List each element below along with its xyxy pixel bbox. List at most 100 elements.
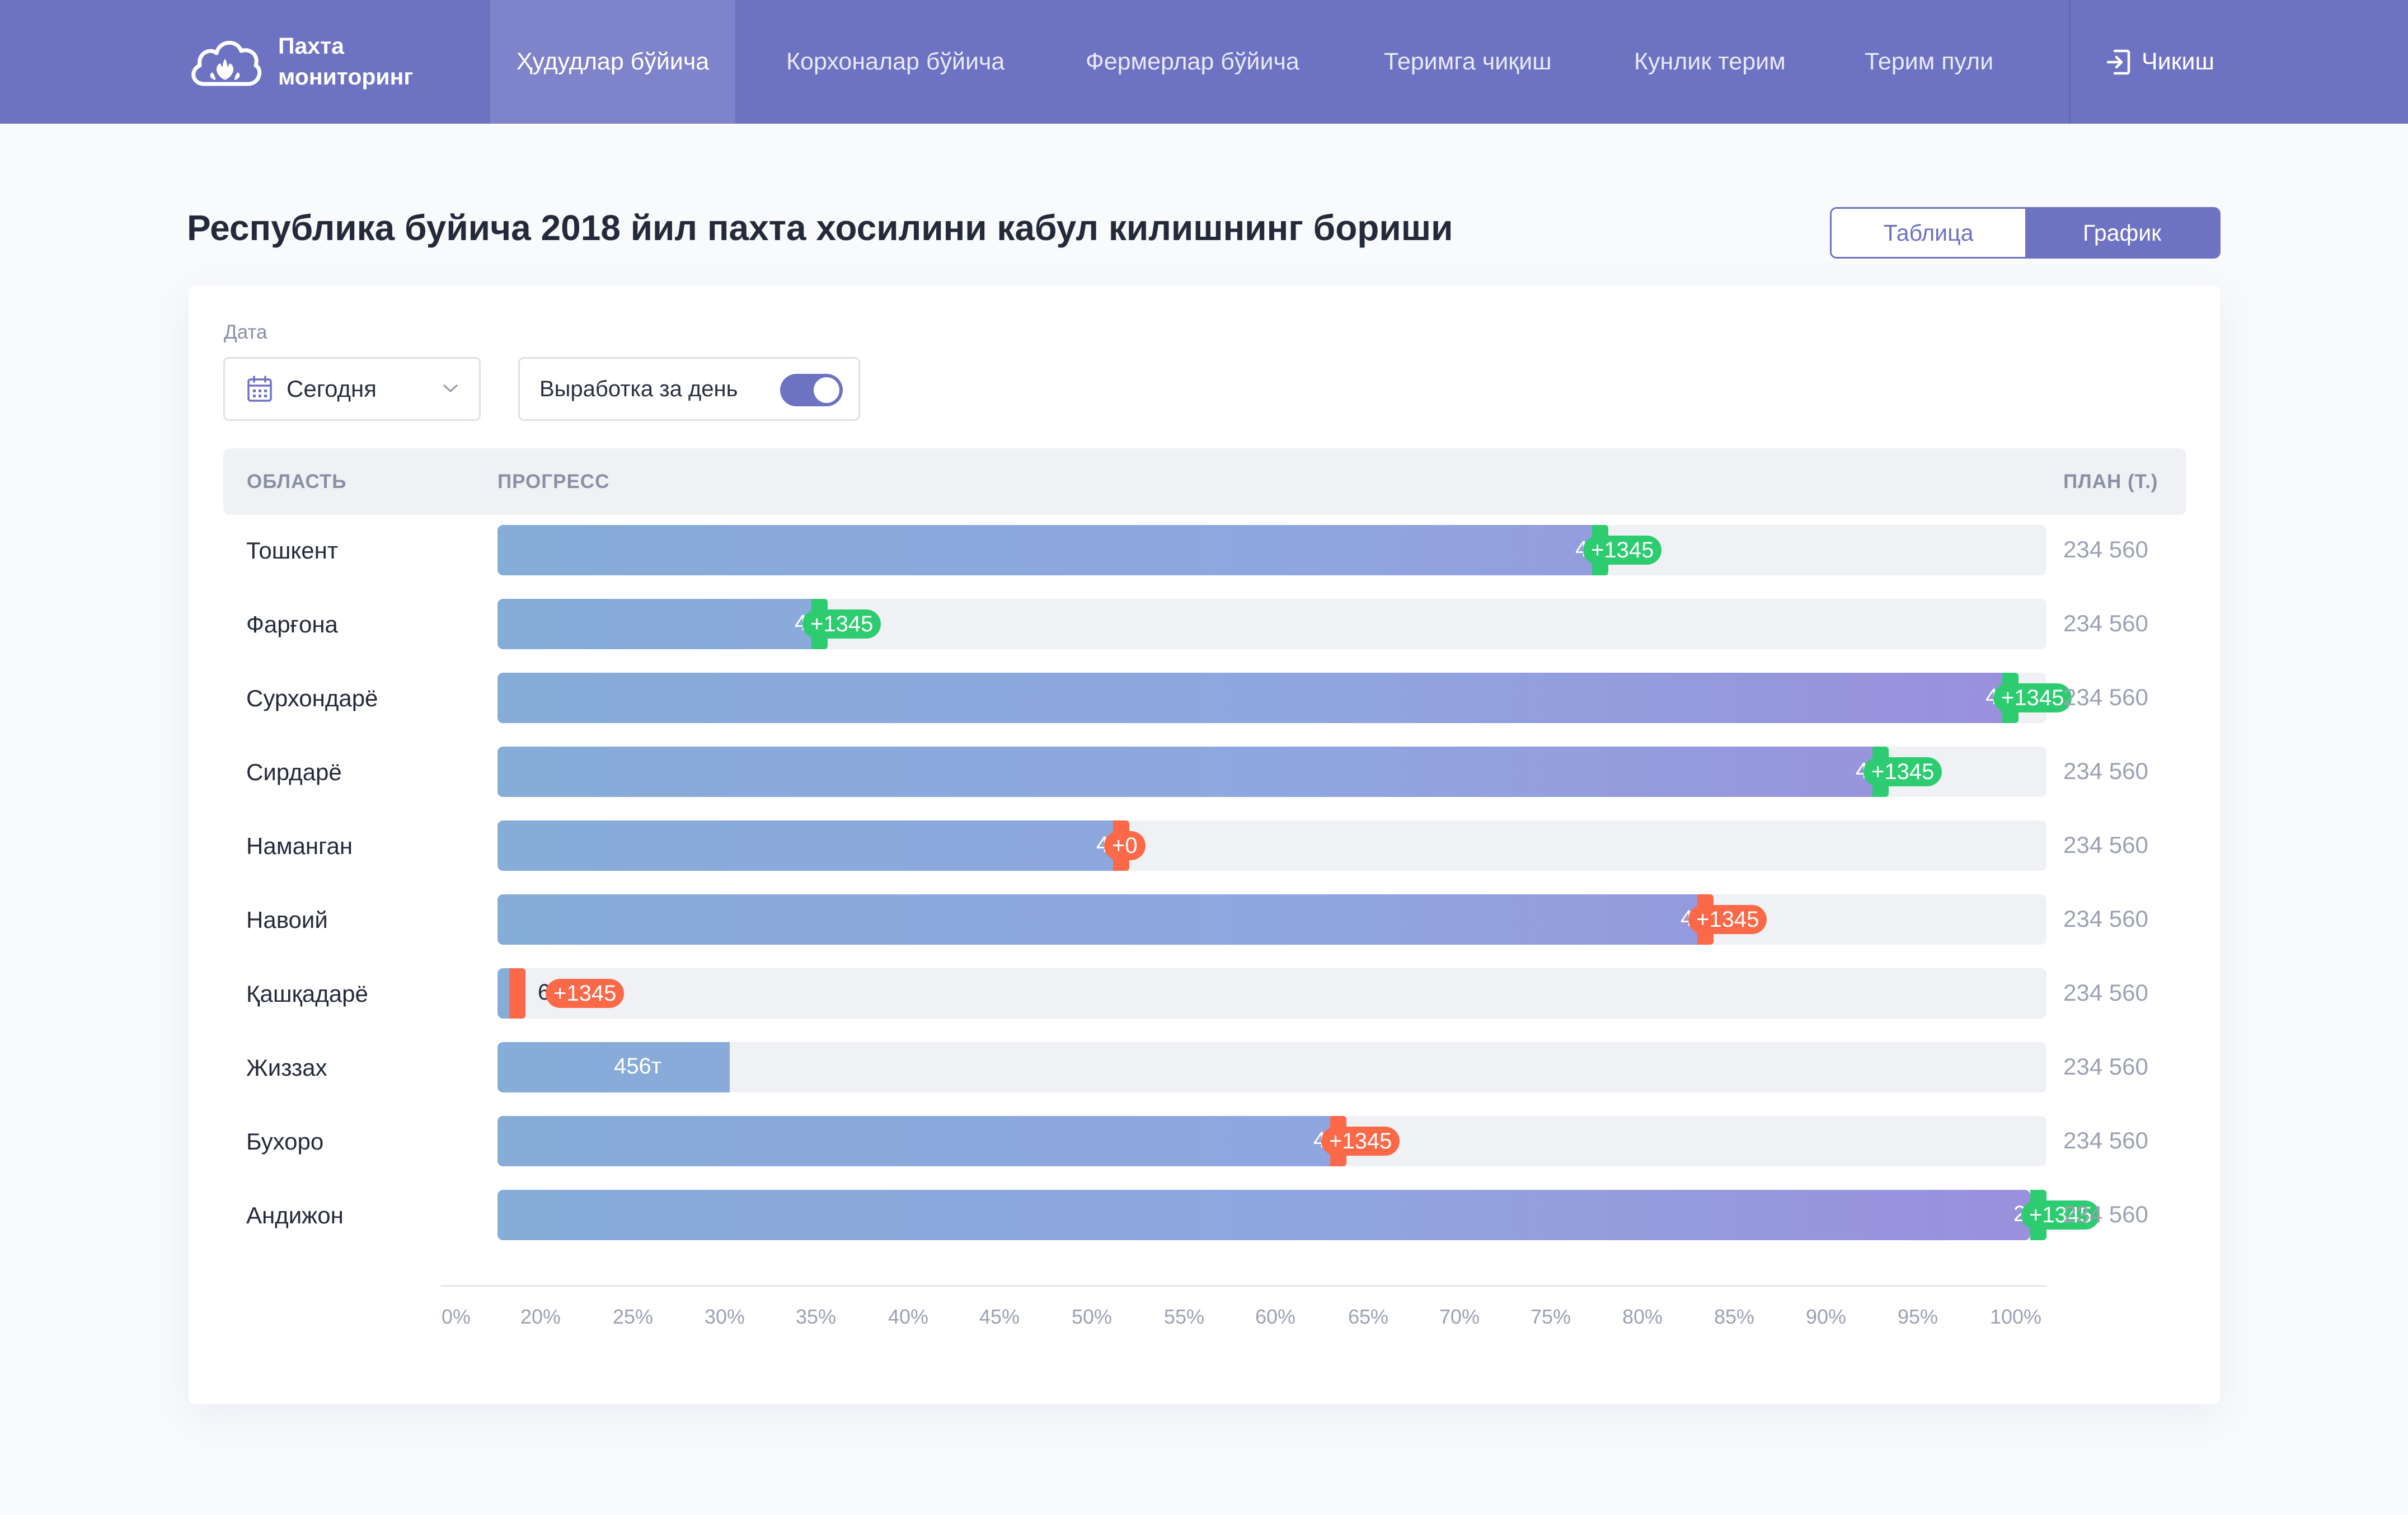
daily-output-toggle-box: Выработка за день: [518, 357, 860, 421]
app-logo[interactable]: Пахта мониторинг: [187, 31, 413, 92]
plan-value: 234 560: [2063, 610, 2148, 636]
progress-track: 234 560+1345: [497, 1190, 2100, 1240]
delta-badge: +1345: [1993, 683, 2072, 712]
progress-track: 456т+0: [497, 820, 2046, 871]
switch-knob: [814, 377, 839, 403]
date-select[interactable]: Сегодня: [223, 357, 481, 421]
chevron-down-icon: [443, 384, 458, 392]
table-view-button[interactable]: Таблица: [1832, 209, 2025, 257]
progress-bar: [497, 747, 1872, 797]
nav-daily-harvest-label: Кунлик терим: [1634, 48, 1786, 75]
x-tick-label: 90%: [1805, 1305, 1847, 1328]
x-tick-label: 80%: [1622, 1305, 1663, 1328]
calendar-icon: [247, 376, 272, 402]
plan-value: 234 560: [2063, 1127, 2148, 1153]
nav-farmers[interactable]: Фермерлар бўйича: [1086, 0, 1299, 124]
progress-track: 456т+1345: [497, 525, 2046, 575]
nav-enterprises-label: Корхоналар бўйича: [786, 48, 1005, 75]
nav-enterprises[interactable]: Корхоналар бўйича: [786, 0, 1004, 124]
plan-value: 234 560: [2063, 758, 2148, 784]
delta-badge: +0: [1104, 831, 1146, 860]
logout-button[interactable]: Чикиш: [2106, 0, 2214, 124]
logout-label: Чикиш: [2142, 48, 2215, 75]
region-label: Фарғона: [246, 611, 338, 637]
cotton-cloud-icon: [191, 40, 262, 86]
nav-daily-harvest[interactable]: Кунлик терим: [1634, 0, 1786, 124]
region-label: Жиззах: [246, 1054, 327, 1081]
progress-bar: [497, 820, 1113, 871]
delta-badge: +1345: [1688, 905, 1767, 934]
nav-harvest-start[interactable]: Теримга чиқиш: [1384, 0, 1552, 124]
nav-harvest-pay-label: Терим пули: [1865, 48, 1994, 75]
x-tick-label: 50%: [1071, 1305, 1113, 1328]
nav-farmers-label: Фермерлар бўйича: [1086, 48, 1299, 75]
delta-badge: +1345: [1583, 536, 1662, 565]
x-tick-label: 75%: [1530, 1305, 1571, 1328]
bar-value: 456т: [614, 1054, 662, 1078]
chart-card: Дата Сегодня Выработка за день ОБЛАСТЬ П…: [189, 285, 2220, 1404]
region-label: Сурхондарё: [246, 685, 378, 711]
region-label: Андижон: [246, 1202, 344, 1228]
progress-bar: [497, 894, 1697, 945]
x-tick-label: 65%: [1348, 1305, 1389, 1328]
x-tick-label: 20%: [520, 1305, 561, 1328]
region-label: Тошкент: [246, 537, 339, 564]
progress-bar: [497, 1116, 1330, 1166]
progress-track: 456т+1345: [497, 1116, 2046, 1166]
progress-bar: [497, 525, 1592, 575]
plan-value: 234 560: [2063, 979, 2148, 1006]
plan-value: 234 560: [2063, 832, 2148, 858]
x-axis-line: [441, 1285, 2046, 1287]
x-tick-label: 40%: [888, 1305, 929, 1328]
view-toggle: Таблица График: [1830, 207, 2221, 259]
daily-output-switch[interactable]: [780, 374, 843, 406]
plan-value: 234 560: [2063, 906, 2148, 932]
plan-value: 234 560: [2063, 1053, 2148, 1080]
date-value: Сегодня: [287, 376, 377, 402]
region-label: Қашқадарё: [246, 981, 368, 1007]
progress-bar: [497, 599, 811, 649]
progress-bar: [497, 968, 509, 1019]
graph-view-button[interactable]: График: [2025, 209, 2219, 257]
daily-output-label: Выработка за день: [539, 376, 738, 401]
x-tick-label: 35%: [795, 1305, 837, 1328]
col-progress: ПРОГРЕСС: [497, 471, 610, 493]
date-label: Дата: [224, 321, 267, 343]
x-tick-label: 85%: [1714, 1305, 1755, 1328]
x-tick-label: 30%: [704, 1305, 745, 1328]
progress-track: 6т+1345: [497, 968, 2046, 1019]
progress-track: 456т+1345: [497, 673, 2072, 723]
plan-value: 234 560: [2063, 1201, 2148, 1227]
plan-value: 234 560: [2063, 536, 2148, 562]
x-tick-label: 0%: [441, 1305, 471, 1328]
delta-badge: +1345: [546, 979, 625, 1008]
col-region: ОБЛАСТЬ: [247, 471, 347, 493]
page-title: Республика буйича 2018 йил пахта хосилин…: [187, 208, 1453, 248]
table-header: ОБЛАСТЬ ПРОГРЕСС ПЛАН (Т.): [223, 448, 2186, 515]
delta-badge: +1345: [802, 609, 881, 639]
region-label: Наманган: [246, 833, 353, 859]
progress-bar: [497, 1190, 2030, 1240]
x-tick-label: 60%: [1255, 1305, 1296, 1328]
delta-cap: [509, 968, 525, 1019]
x-tick-label: 100%: [1989, 1305, 2042, 1328]
x-tick-label: 45%: [979, 1305, 1020, 1328]
plan-value: 234 560: [2063, 684, 2148, 710]
progress-track: 456т: [497, 1042, 2046, 1092]
delta-badge: +1345: [1863, 757, 1942, 786]
logout-icon: [2106, 49, 2130, 74]
nav-divider: [2069, 0, 2071, 124]
nav-harvest-pay[interactable]: Терим пули: [1865, 0, 1993, 124]
x-tick-label: 95%: [1897, 1305, 1938, 1328]
x-tick-label: 55%: [1163, 1305, 1205, 1328]
nav-regions-label: Ҳудудлар бўйича: [516, 48, 710, 75]
logo-text: Пахта мониторинг: [278, 33, 414, 90]
region-label: Навоий: [246, 907, 328, 933]
region-label: Бухоро: [246, 1128, 324, 1155]
progress-track: 456т+1345: [497, 747, 2046, 797]
progress-bar: [497, 673, 2002, 723]
region-label: Сирдарё: [246, 759, 342, 785]
nav-harvest-start-label: Теримга чиқиш: [1384, 48, 1552, 75]
delta-badge: +1345: [1321, 1127, 1400, 1156]
nav-regions[interactable]: Ҳудудлар бўйича: [490, 0, 735, 124]
